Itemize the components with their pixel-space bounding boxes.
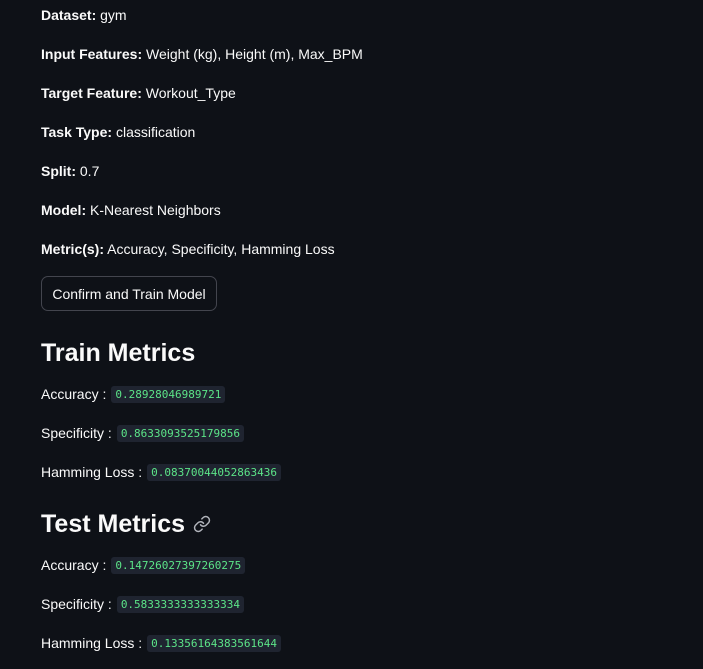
- train-metrics-title: Train Metrics: [41, 339, 196, 367]
- test-specificity-label: Specificity :: [41, 596, 112, 612]
- model-line: Model: K-Nearest Neighbors: [41, 200, 221, 220]
- target-feature-label: Target Feature:: [41, 85, 142, 101]
- test-metrics-heading: Test Metrics: [41, 508, 211, 540]
- train-accuracy-row: Accuracy : 0.28928046989721: [41, 384, 226, 404]
- train-accuracy-value: 0.28928046989721: [111, 385, 226, 403]
- test-accuracy-row: Accuracy : 0.14726027397260275: [41, 555, 246, 575]
- metrics-label: Metric(s):: [41, 241, 105, 257]
- split-line: Split: 0.7: [41, 161, 99, 181]
- test-hamming-loss-label: Hamming Loss :: [41, 635, 143, 651]
- split-label: Split:: [41, 163, 76, 179]
- main-content: Dataset: gym Input Features: Weight (kg)…: [0, 0, 703, 669]
- confirm-and-train-button[interactable]: Confirm and Train Model: [41, 276, 217, 311]
- test-specificity-value: 0.5833333333333334: [116, 595, 245, 613]
- task-type-label: Task Type:: [41, 124, 113, 140]
- train-specificity-value: 0.8633093525179856: [116, 424, 245, 442]
- metrics-value: Accuracy, Specificity, Hamming Loss: [107, 241, 335, 257]
- model-label: Model:: [41, 202, 87, 218]
- train-specificity-row: Specificity : 0.8633093525179856: [41, 423, 245, 443]
- link-icon[interactable]: [193, 515, 211, 533]
- task-type-value: classification: [115, 124, 196, 140]
- train-hamming-loss-row: Hamming Loss : 0.08370044052863436: [41, 462, 281, 482]
- train-hamming-loss-label: Hamming Loss :: [41, 464, 143, 480]
- train-specificity-label: Specificity :: [41, 425, 112, 441]
- test-metrics-title: Test Metrics: [41, 510, 186, 538]
- train-accuracy-label: Accuracy :: [41, 386, 107, 402]
- metrics-line: Metric(s): Accuracy, Specificity, Hammin…: [41, 239, 335, 259]
- input-features-value: Weight (kg), Height (m), Max_BPM: [146, 46, 363, 62]
- dataset-value: gym: [100, 7, 127, 23]
- test-specificity-row: Specificity : 0.5833333333333334: [41, 594, 245, 614]
- dataset-label: Dataset:: [41, 7, 97, 23]
- input-features-label: Input Features:: [41, 46, 143, 62]
- train-hamming-loss-value: 0.08370044052863436: [147, 463, 281, 481]
- test-accuracy-value: 0.14726027397260275: [111, 556, 246, 574]
- test-hamming-loss-row: Hamming Loss : 0.13356164383561644: [41, 633, 281, 653]
- task-type-line: Task Type: classification: [41, 122, 195, 142]
- train-metrics-heading: Train Metrics: [41, 337, 195, 369]
- target-feature-value: Workout_Type: [145, 85, 236, 101]
- model-value: K-Nearest Neighbors: [90, 202, 221, 218]
- target-feature-line: Target Feature: Workout_Type: [41, 83, 236, 103]
- split-value: 0.7: [79, 163, 100, 179]
- test-hamming-loss-value: 0.13356164383561644: [147, 634, 281, 652]
- test-accuracy-label: Accuracy :: [41, 557, 107, 573]
- dataset-line: Dataset: gym: [41, 5, 127, 25]
- input-features-line: Input Features: Weight (kg), Height (m),…: [41, 44, 363, 64]
